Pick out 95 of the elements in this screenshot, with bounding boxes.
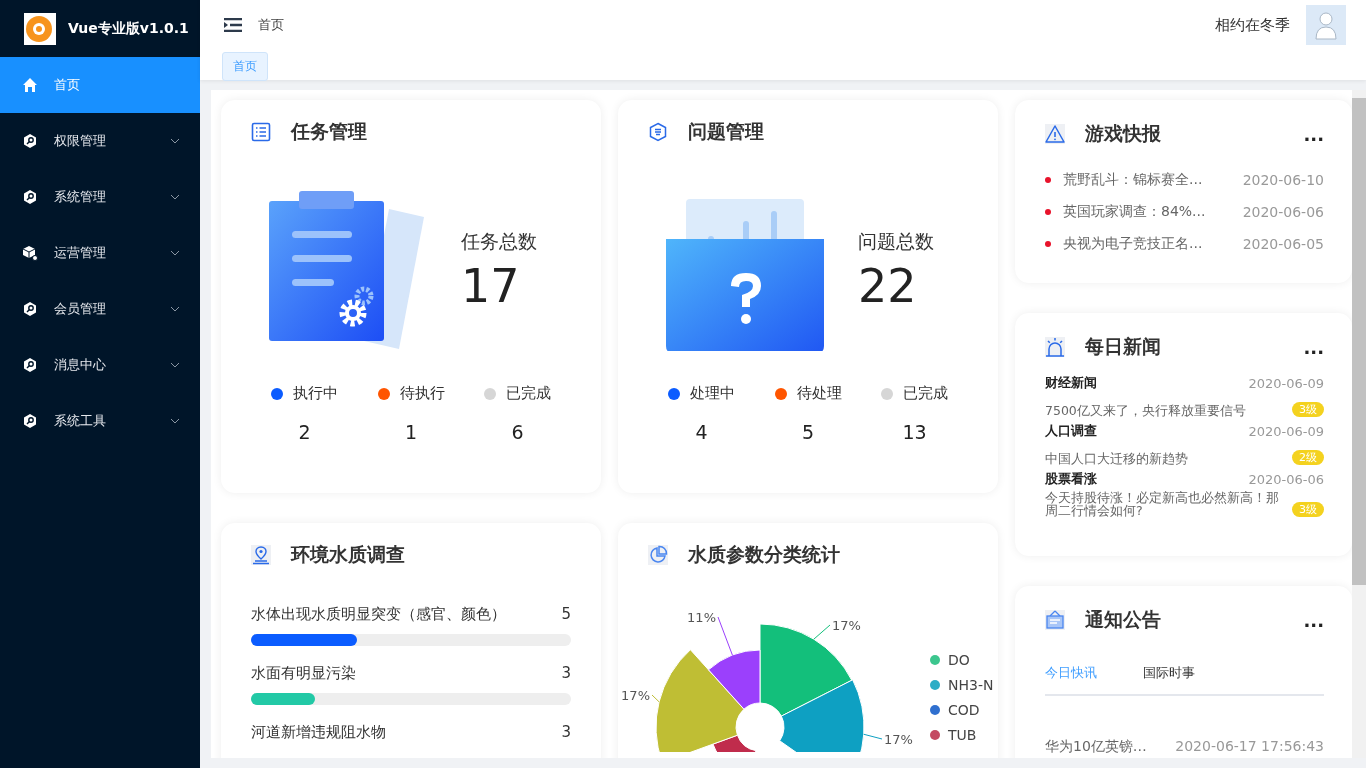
status-label: 处理中 (690, 384, 735, 403)
news-category: 财经新闻 (1045, 374, 1097, 392)
warning-icon (1045, 124, 1065, 144)
level-badge: 2级 (1292, 450, 1324, 465)
total-count: 22 (858, 259, 918, 313)
status-count: 2 (298, 421, 311, 443)
card-title: 每日新闻 (1085, 334, 1161, 359)
card-title: 问题管理 (688, 119, 764, 144)
card-title: 水质参数分类统计 (688, 542, 840, 567)
total-label: 问题总数 (858, 229, 935, 254)
key-icon (22, 133, 38, 149)
menu-item[interactable]: 运营管理 (0, 225, 200, 281)
more-button[interactable]: ... (1303, 123, 1324, 145)
pie-chart-icon (648, 545, 668, 565)
news-title[interactable]: 荒野乱斗：锦标赛全... (1063, 171, 1243, 189)
scrollbar[interactable] (1352, 90, 1366, 758)
home-icon (22, 77, 38, 93)
legend-label[interactable]: NH3-N (948, 677, 994, 693)
news-date: 2020-06-06 (1242, 204, 1324, 220)
notice-tab[interactable]: 国际时事 (1143, 664, 1195, 682)
hexagon-icon (648, 122, 668, 142)
menu-item[interactable]: 系统管理 (0, 169, 200, 225)
more-button[interactable]: ... (1303, 336, 1324, 358)
status-label: 待执行 (399, 384, 445, 403)
news-headline[interactable]: 今天持股待涨！必定新高也必然新高！那周二行情会如何? (1045, 491, 1290, 517)
survey-item-label: 水面有明显污染 (251, 664, 356, 683)
news-date: 2020-06-10 (1242, 172, 1324, 188)
survey-item-count: 5 (561, 605, 571, 624)
status-count: 13 (902, 421, 927, 443)
status-count: 5 (801, 421, 815, 443)
notice-title[interactable]: 华为10亿英镑… (1045, 738, 1147, 756)
news-date: 2020-06-09 (1248, 375, 1324, 391)
key-icon (22, 189, 38, 205)
legend-label[interactable]: DO (948, 652, 970, 668)
notice-date: 2020-06-17 17:56:43 (1175, 738, 1324, 756)
level-badge: 3级 (1292, 402, 1324, 417)
menu-item[interactable]: 权限管理 (0, 113, 200, 169)
cube-icon (22, 245, 38, 261)
key-icon (22, 357, 38, 373)
survey-item-label: 水体出现水质明显突变（感官、颜色） (251, 605, 506, 624)
news-date: 2020-06-05 (1242, 236, 1324, 252)
avatar-icon[interactable] (1306, 5, 1346, 45)
total-count: 17 (461, 259, 521, 313)
news-title[interactable]: 央视为电子竞技正名... (1063, 235, 1243, 253)
slice-label: 17% (884, 732, 913, 747)
bullet-icon (1045, 177, 1051, 183)
card-title: 游戏快报 (1085, 121, 1161, 146)
news-title[interactable]: 英国玩家调查：84%... (1063, 203, 1243, 221)
app-title: Vue专业版v1.0.1 (68, 19, 189, 38)
leader-line (863, 733, 883, 740)
key-icon (22, 301, 38, 317)
list-icon (251, 122, 271, 142)
news-category: 股票看涨 (1045, 470, 1097, 488)
status-label: 已完成 (506, 384, 551, 403)
survey-item-count: 3 (561, 723, 571, 742)
more-button[interactable]: ... (1303, 609, 1324, 631)
slice-label: 17% (832, 618, 861, 633)
status-label: 待处理 (796, 384, 842, 403)
leader-line (717, 616, 733, 656)
card-title: 环境水质调查 (291, 542, 405, 567)
alarm-light-icon (1045, 337, 1065, 357)
status-label: 执行中 (293, 384, 338, 403)
menu-item[interactable]: 系统工具 (0, 393, 200, 449)
leader-line (651, 694, 660, 703)
news-headline[interactable]: 7500亿又来了，央行释放重要信号 (1045, 404, 1290, 417)
legend-label[interactable]: COD (948, 702, 980, 718)
menu-icon[interactable] (224, 18, 242, 32)
breadcrumb[interactable]: 首页 (258, 16, 284, 34)
survey-item-label: 河道新增违规阻水物 (251, 723, 386, 742)
news-headline[interactable]: 中国人口大迁移的新趋势 (1045, 452, 1290, 465)
menu-item[interactable]: 会员管理 (0, 281, 200, 337)
user-name[interactable]: 相约在冬季 (1215, 15, 1290, 35)
slice-label: 17% (621, 688, 650, 703)
location-pin-icon (251, 545, 271, 565)
status-count: 6 (511, 421, 524, 443)
slice-label: 11% (687, 610, 716, 625)
bullet-icon (1045, 241, 1051, 247)
level-badge: 3级 (1292, 502, 1324, 517)
key-icon (22, 413, 38, 429)
card-title: 任务管理 (291, 119, 367, 144)
logo-icon (24, 12, 56, 45)
total-label: 任务总数 (461, 229, 538, 254)
status-count: 1 (404, 421, 418, 443)
legend-label[interactable]: TUB (948, 727, 977, 743)
signboard-icon (1045, 610, 1065, 630)
bullet-icon (1045, 209, 1051, 215)
leader-line (813, 624, 831, 640)
news-category: 人口调查 (1045, 422, 1097, 440)
menu-item[interactable]: 消息中心 (0, 337, 200, 393)
news-date: 2020-06-09 (1248, 423, 1324, 439)
status-count: 4 (695, 421, 708, 443)
status-label: 已完成 (903, 384, 948, 403)
card-title: 通知公告 (1085, 607, 1161, 632)
news-date: 2020-06-06 (1248, 471, 1324, 487)
survey-item-count: 3 (561, 664, 571, 683)
